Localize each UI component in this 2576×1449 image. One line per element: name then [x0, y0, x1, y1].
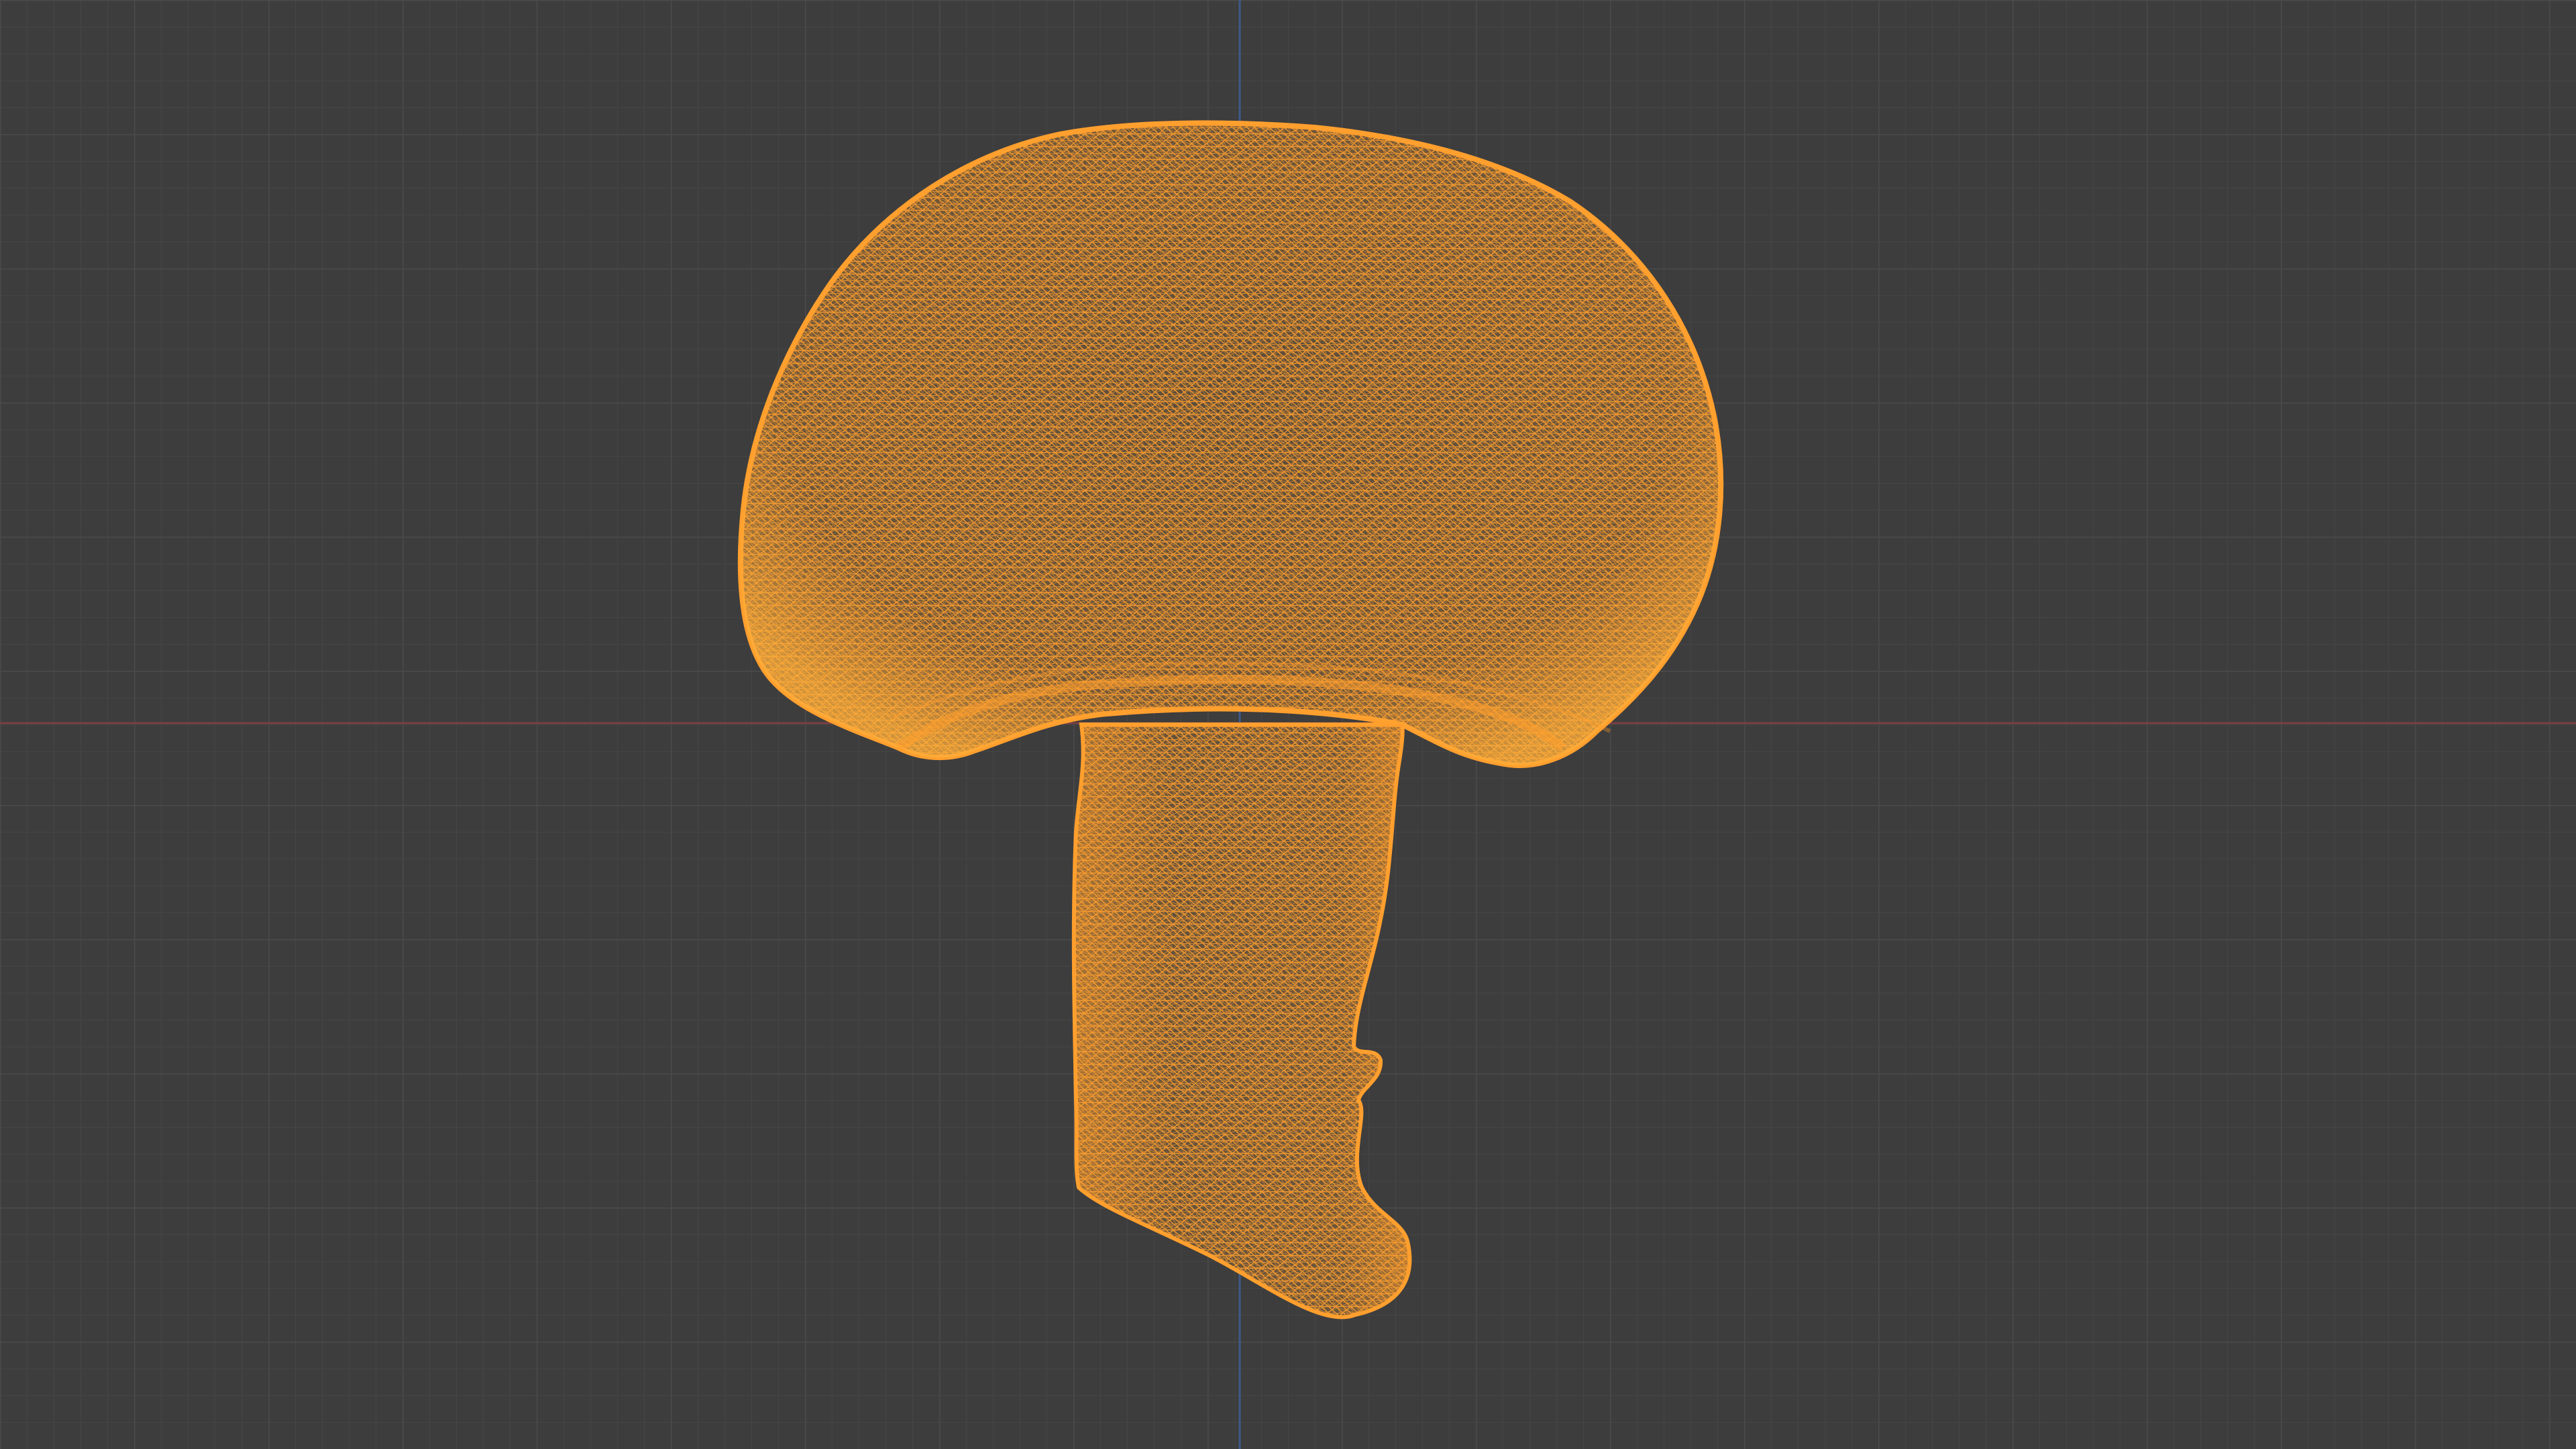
mushroom-cap[interactable]: [737, 120, 1724, 768]
viewport-canvas[interactable]: [0, 0, 2576, 1449]
3d-viewport[interactable]: [0, 0, 2576, 1449]
